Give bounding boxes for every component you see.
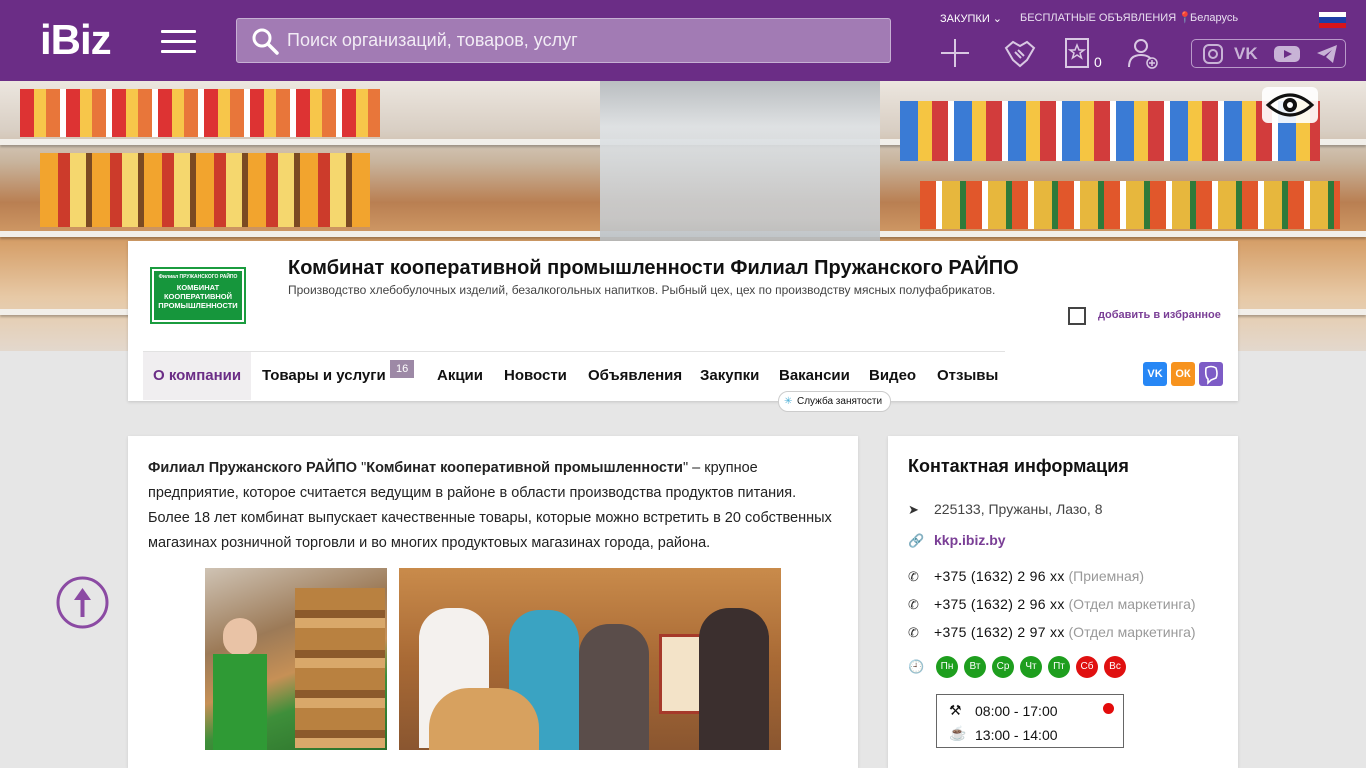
day-badge[interactable]: Пн <box>936 656 958 678</box>
shelf-products <box>900 101 1320 161</box>
phone-icon: ✆ <box>908 625 919 640</box>
contact-section: Контактная информация ➤ 225133, Пружаны, … <box>888 436 1238 768</box>
add-icon[interactable] <box>938 36 972 70</box>
tools-icon: ⚒ <box>949 702 962 718</box>
vk-share-icon[interactable]: VK <box>1143 362 1167 386</box>
add-user-icon[interactable] <box>1126 36 1160 70</box>
employment-service-badge[interactable]: Служба занятости <box>778 391 892 412</box>
chevron-down-icon: ⌄ <box>992 13 1003 25</box>
tab-news[interactable]: Новости <box>504 352 567 400</box>
top-bar: iBiz ЗАКУПКИ ⌄ БЕСПЛАТНЫЕ ОБЪЯВЛЕНИЯ 📍Бе… <box>0 0 1366 81</box>
break-hours: 13:00 - 14:00 <box>975 727 1058 743</box>
phone-icon: ✆ <box>908 597 919 612</box>
phone-row: ✆ +375 (1632) 2 97 xx (Отдел маркетинга) <box>908 624 1196 640</box>
about-section: Филиал Пружанского РАЙПО "Комбинат коопе… <box>128 436 858 768</box>
search-box <box>236 18 891 63</box>
day-badge[interactable]: Ср <box>992 656 1014 678</box>
favorites-icon[interactable] <box>1062 36 1092 70</box>
search-input[interactable] <box>287 19 877 62</box>
award-photo[interactable] <box>399 568 781 750</box>
tab-purchases[interactable]: Закупки <box>700 352 759 400</box>
company-logo: Филиал ПРУЖАНСКОГО РАЙПО КОМБИНАТ КООПЕРА… <box>150 267 246 324</box>
phone-row: ✆ +375 (1632) 2 96 xx (Приемная) <box>908 568 1145 584</box>
link-icon: 🔗 <box>908 533 925 548</box>
favorites-count: 0 <box>1094 54 1102 70</box>
eye-icon[interactable] <box>1262 87 1318 123</box>
tab-promotions[interactable]: Акции <box>437 352 483 400</box>
day-badge[interactable]: Вс <box>1104 656 1126 678</box>
site-link[interactable]: kkp.ibiz.by <box>934 532 1006 548</box>
search-icon[interactable] <box>251 27 279 55</box>
contact-title: Контактная информация <box>908 456 1129 476</box>
viber-share-icon[interactable] <box>1199 362 1223 386</box>
ok-share-icon[interactable]: ОК <box>1171 362 1195 386</box>
tab-about[interactable]: О компании <box>143 352 252 400</box>
vk-icon[interactable]: VK <box>1234 44 1258 64</box>
shelf-products <box>20 89 380 137</box>
add-favorite-link[interactable]: добавить в избранное <box>1098 309 1221 321</box>
tab-ads[interactable]: Объявления <box>588 352 682 400</box>
social-links: VK <box>1191 39 1346 68</box>
about-text: Филиал Пружанского РАЙПО "Комбинат коопе… <box>148 460 832 551</box>
instagram-icon[interactable] <box>1202 44 1224 64</box>
closed-status-dot <box>1103 703 1114 714</box>
menu-icon[interactable] <box>161 30 196 54</box>
tab-reviews[interactable]: Отзывы <box>937 352 998 400</box>
day-badge[interactable]: Вт <box>964 656 986 678</box>
shelf-products <box>40 153 370 227</box>
shelf-products <box>920 181 1340 229</box>
hours-popup: ⚒ 08:00 - 17:00 ☕ 13:00 - 14:00 <box>936 694 1124 748</box>
products-count-badge: 16 <box>390 360 415 378</box>
bakery-worker-photo[interactable] <box>205 568 387 750</box>
address-row: ➤ 225133, Пружаны, Лазо, 8 <box>908 501 1103 517</box>
site-row: 🔗 kkp.ibiz.by <box>908 532 1006 549</box>
scroll-up-icon[interactable] <box>56 576 109 629</box>
phone-row: ✆ +375 (1632) 2 96 xx (Отдел маркетинга) <box>908 596 1196 612</box>
favorite-checkbox[interactable] <box>1068 307 1086 325</box>
telegram-icon[interactable] <box>1316 44 1338 64</box>
location-pin-icon: 📍 <box>1178 12 1192 24</box>
location-arrow-icon: ➤ <box>908 502 919 517</box>
language-flag-icon[interactable] <box>1319 12 1346 28</box>
purchases-link[interactable]: ЗАКУПКИ ⌄ <box>940 12 1002 25</box>
clock-icon: 🕘 <box>908 659 925 674</box>
work-hours: 08:00 - 17:00 <box>975 703 1058 719</box>
day-badge[interactable]: Сб <box>1076 656 1098 678</box>
free-ads-link[interactable]: БЕСПЛАТНЫЕ ОБЪЯВЛЕНИЯ <box>1020 12 1176 24</box>
handshake-icon[interactable] <box>1003 36 1037 70</box>
phone-icon: ✆ <box>908 569 919 584</box>
coffee-icon: ☕ <box>949 725 967 741</box>
tab-products[interactable]: Товары и услуги <box>262 352 386 400</box>
region-link[interactable]: 📍 Беларусь <box>1178 12 1238 24</box>
day-badge[interactable]: Чт <box>1020 656 1042 678</box>
company-title: Комбинат кооперативной промышленности Фи… <box>288 257 1019 279</box>
day-badge[interactable]: Пт <box>1048 656 1070 678</box>
youtube-icon[interactable] <box>1274 44 1300 64</box>
site-logo[interactable]: iBiz <box>40 18 112 62</box>
company-subtitle: Производство хлебобулочных изделий, беза… <box>288 283 996 297</box>
company-card: Филиал ПРУЖАНСКОГО РАЙПО КОМБИНАТ КООПЕРА… <box>128 241 1238 412</box>
